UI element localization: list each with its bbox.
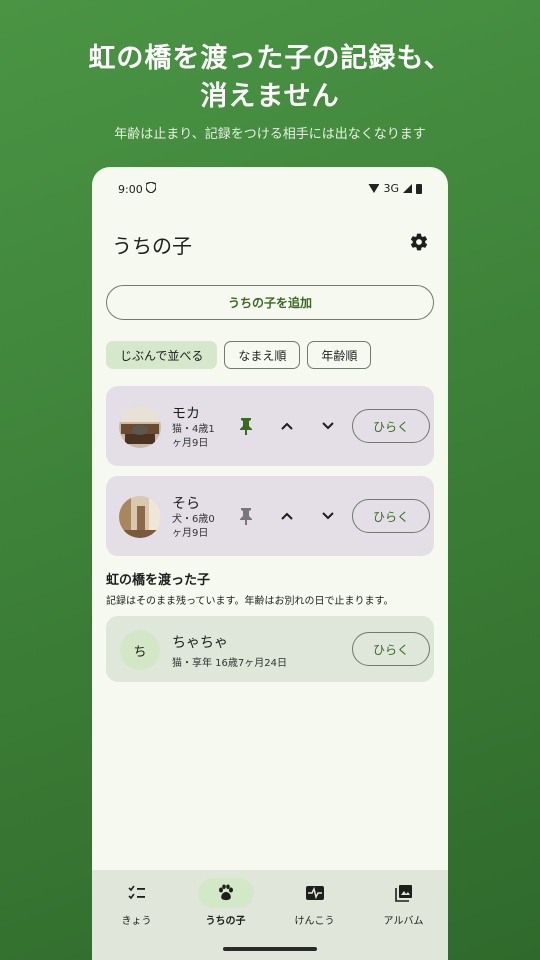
signal-icon <box>403 184 412 193</box>
pin-icon[interactable] <box>234 414 258 438</box>
pet-name: モカ <box>172 406 200 422</box>
phone-screen: 9:00 3G うちの子 うちの子を追加 じぶんで並べる なまえ順 年齢順 モカ… <box>92 167 448 960</box>
add-pet-button[interactable]: うちの子を追加 <box>106 285 434 320</box>
status-time: 9:00 <box>118 183 143 196</box>
memorial-section-title: 虹の橋を渡った子 <box>106 573 211 588</box>
move-up-icon[interactable] <box>275 504 299 528</box>
pet-card-moka[interactable]: モカ 猫・4歳1ヶ月9日 ひらく <box>106 386 434 466</box>
pet-photo <box>119 496 161 538</box>
home-indicator[interactable] <box>223 947 317 951</box>
open-button[interactable]: ひらく <box>352 499 430 533</box>
promo-headline: 虹の橋を渡った子の記録も、 消えません <box>0 40 540 116</box>
status-bar: 9:00 3G <box>92 167 448 211</box>
nav-item-album[interactable]: アルバム <box>359 878 448 927</box>
memorial-card-chacha[interactable]: ち ちゃちゃ 猫・享年 16歳7ヶ月24日 ひらく <box>106 616 434 682</box>
nav-label: けんこう <box>294 916 335 927</box>
pet-card-sora[interactable]: そら 犬・6歳0ヶ月9日 ひらく <box>106 476 434 556</box>
nav-item-pets[interactable]: うちの子 <box>181 878 270 927</box>
avatar: ち <box>120 630 160 670</box>
health-monitor-icon <box>287 878 343 908</box>
promo-headline-line1: 虹の橋を渡った子の記録も、 <box>88 43 452 74</box>
pet-photo <box>119 406 161 448</box>
nav-label: アルバム <box>383 916 424 927</box>
promo-headline-line2: 消えません <box>200 81 340 112</box>
move-up-icon[interactable] <box>275 414 299 438</box>
nav-item-today[interactable]: きょう <box>92 878 181 927</box>
move-down-icon[interactable] <box>316 414 340 438</box>
sort-chips: じぶんで並べる なまえ順 年齢順 <box>106 341 372 369</box>
nav-label: うちの子 <box>205 916 246 927</box>
pet-info: 犬・6歳0ヶ月9日 <box>172 514 215 539</box>
status-indicators: 3G <box>368 182 422 195</box>
open-button[interactable]: ひらく <box>352 409 430 443</box>
sort-chip-name[interactable]: なまえ順 <box>224 341 301 369</box>
battery-icon <box>416 183 422 194</box>
pet-info: 猫・4歳1ヶ月9日 <box>172 424 215 449</box>
pin-outline-icon[interactable] <box>234 504 258 528</box>
promo-subline: 年齢は止まり、記録をつける相手には出なくなります <box>114 127 426 142</box>
network-label: 3G <box>383 182 399 195</box>
shield-icon <box>145 181 157 196</box>
wifi-icon <box>368 184 380 193</box>
page-title: うちの子 <box>112 234 192 258</box>
nav-item-health[interactable]: けんこう <box>270 878 359 927</box>
pet-info: 猫・享年 16歳7ヶ月24日 <box>172 658 287 669</box>
pet-name: ちゃちゃ <box>172 635 228 651</box>
memorial-section-description: 記録はそのまま残っています。年齢はお別れの日で止まります。 <box>106 596 394 607</box>
pet-name: そら <box>172 496 200 512</box>
sort-chip-manual[interactable]: じぶんで並べる <box>106 341 218 369</box>
nav-label: きょう <box>121 916 152 927</box>
open-button[interactable]: ひらく <box>352 632 430 666</box>
sort-chip-age[interactable]: 年齢順 <box>307 341 372 369</box>
move-down-icon[interactable] <box>316 504 340 528</box>
gear-icon[interactable] <box>408 231 430 253</box>
checklist-icon <box>109 878 165 908</box>
paw-icon <box>197 878 254 908</box>
photo-album-icon <box>376 878 432 908</box>
